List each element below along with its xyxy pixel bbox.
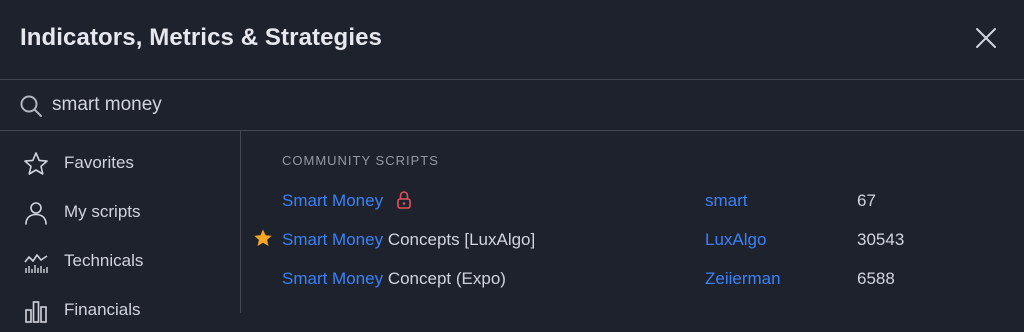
search-input[interactable] xyxy=(52,90,952,120)
script-name[interactable]: Smart Money Concept (Expo) xyxy=(282,269,506,289)
dialog-title: Indicators, Metrics & Strategies xyxy=(20,24,382,51)
script-row[interactable]: Smart Money smart 67 xyxy=(242,183,1024,219)
sidebar-item-label: Favorites xyxy=(64,153,134,172)
script-name-highlight: Smart Money xyxy=(282,230,384,249)
script-likes-count: 30543 xyxy=(857,230,905,249)
star-icon xyxy=(24,152,48,175)
script-author-link[interactable]: Zeiierman xyxy=(705,269,781,289)
lock-icon xyxy=(397,191,411,209)
search-icon xyxy=(20,95,42,117)
favorite-star-icon[interactable] xyxy=(253,228,273,248)
sidebar-item-technicals[interactable]: Technicals xyxy=(0,239,240,283)
script-author-link[interactable]: smart xyxy=(705,191,748,211)
script-name[interactable]: Smart Money Concepts [LuxAlgo] xyxy=(282,230,535,250)
script-row[interactable]: Smart Money Concepts [LuxAlgo] LuxAlgo 3… xyxy=(242,222,1024,258)
sidebar-item-label: Financials xyxy=(64,300,141,319)
chart-icon xyxy=(24,254,48,273)
bar-chart-icon xyxy=(25,301,47,323)
user-icon xyxy=(25,202,47,225)
script-likes-count: 67 xyxy=(857,191,876,210)
section-title: COMMUNITY SCRIPTS xyxy=(282,153,439,168)
search-bar xyxy=(0,80,1024,131)
script-name-rest: Concepts [LuxAlgo] xyxy=(383,230,536,249)
script-name[interactable]: Smart Money xyxy=(282,191,383,211)
close-button[interactable] xyxy=(970,22,1002,54)
sidebar: Favorites My scripts Technicals Financia… xyxy=(0,131,241,323)
sidebar-item-financials[interactable]: Financials xyxy=(0,288,240,332)
script-name-highlight: Smart Money xyxy=(282,269,384,288)
script-name-highlight: Smart Money xyxy=(282,191,384,210)
results-panel: COMMUNITY SCRIPTS Smart Money smart 67 S… xyxy=(242,131,1024,313)
script-name-rest: Concept (Expo) xyxy=(383,269,506,288)
sidebar-item-my-scripts[interactable]: My scripts xyxy=(0,190,240,234)
dialog-header: Indicators, Metrics & Strategies xyxy=(0,0,1024,80)
script-author-link[interactable]: LuxAlgo xyxy=(705,230,766,250)
script-row[interactable]: Smart Money Concept (Expo) Zeiierman 658… xyxy=(242,261,1024,297)
close-icon[interactable] xyxy=(975,27,997,49)
sidebar-item-label: Technicals xyxy=(64,251,144,270)
sidebar-item-label: My scripts xyxy=(64,202,141,221)
sidebar-item-favorites[interactable]: Favorites xyxy=(0,141,240,185)
script-likes-count: 6588 xyxy=(857,269,895,288)
